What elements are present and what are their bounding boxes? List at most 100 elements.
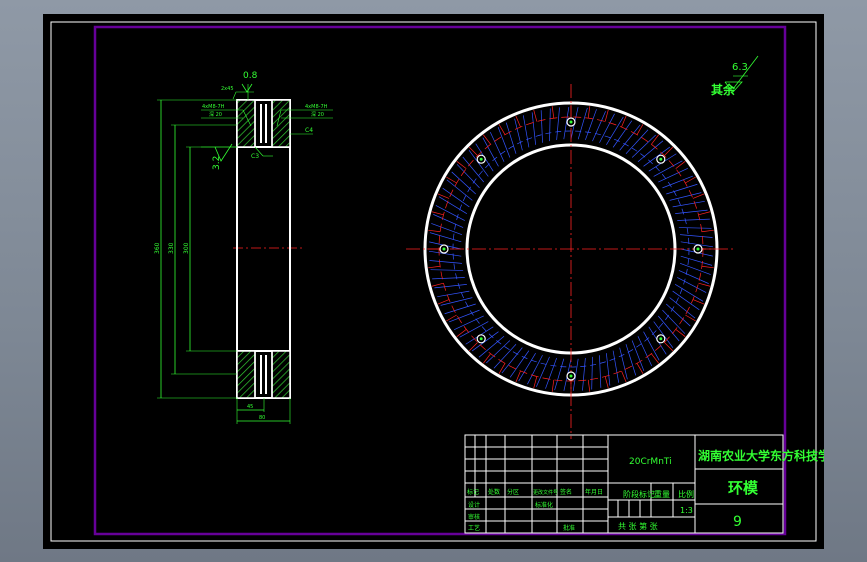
callout-right-depth: 深 20 [311, 111, 324, 118]
bolt-hole-center [479, 157, 483, 161]
radial-hole-line [432, 277, 465, 280]
tooth-mark [675, 329, 686, 337]
ring-front-view [406, 84, 736, 439]
bolt-hole-center [569, 120, 573, 124]
bolt-hole-center [696, 247, 700, 251]
tooth-mark [587, 379, 591, 392]
radial-hole-line [582, 358, 586, 391]
radial-hole-line [486, 340, 511, 364]
tooth-mark [701, 229, 714, 233]
label-top-roughness: 0.8 [243, 71, 258, 81]
tooth-mark [483, 134, 491, 145]
title-part-name: 环模 [728, 479, 759, 497]
radial-hole-line [514, 118, 523, 151]
radial-hole-line [606, 353, 611, 386]
radial-hole-line [540, 110, 543, 143]
tooth-mark [551, 379, 555, 392]
tooth-mark [431, 282, 444, 287]
radial-hole-line [666, 303, 691, 327]
radial-hole-line [680, 255, 713, 266]
title-row-count: 处数 [488, 488, 500, 496]
callout-left-thread: 4xM8-7H [202, 104, 225, 110]
radial-hole-line [440, 297, 473, 306]
radial-hole-line [527, 355, 543, 385]
title-school: 湖南农业大学东方科技学院 [698, 448, 824, 463]
tooth-mark [685, 176, 696, 184]
radial-hole-line [677, 218, 710, 221]
radial-hole-line [434, 284, 467, 289]
tooth-mark [446, 176, 457, 184]
label-top-small: 2x45 [221, 86, 234, 92]
bolt-hole-center [479, 337, 483, 341]
radial-hole-line [643, 331, 660, 361]
tooth-mark [437, 193, 450, 199]
radial-hole-line [577, 107, 588, 140]
radial-hole-line [501, 347, 523, 374]
radial-hole-line [531, 112, 536, 145]
tooth-mark [483, 353, 491, 364]
bolt-hole-center [659, 157, 663, 161]
radial-hole-line [672, 200, 705, 208]
tooth-mark [428, 229, 441, 233]
drawing-canvas: 0.8 2x45 4xM8-7H 深 20 4xM8-7H 深 20 C4 C3… [50, 21, 824, 542]
radial-hole-line [459, 321, 489, 338]
radial-hole-line [653, 160, 683, 177]
surface-note-text: 其余 [711, 82, 736, 97]
radial-hole-line [505, 122, 517, 154]
title-stage-label: 阶段标记 [623, 489, 655, 499]
title-std: 标准化 [535, 501, 553, 509]
radial-hole-line [482, 137, 499, 167]
tooth-mark [698, 211, 711, 216]
tooth-mark [468, 342, 478, 352]
tooth-mark [685, 314, 696, 322]
radial-hole-line [631, 134, 656, 158]
radial-hole-line [451, 171, 476, 195]
dim-80: 80 [259, 415, 265, 421]
tooth-mark [664, 146, 674, 156]
tooth-mark [428, 265, 441, 269]
tooth-mark [587, 106, 591, 119]
bolt-hole-center [569, 374, 573, 378]
tooth-mark [446, 314, 457, 322]
title-scale: 1:3 [680, 506, 693, 515]
tooth-mark [675, 161, 686, 169]
dim-45: 45 [247, 404, 253, 410]
radial-hole-line [471, 331, 499, 352]
radial-hole-line [493, 344, 517, 369]
radial-hole-line [625, 344, 637, 376]
title-weight-label: 重量 [654, 489, 670, 499]
radial-hole-line [669, 192, 702, 201]
radial-hole-line [662, 309, 686, 334]
radial-hole-line [612, 350, 620, 383]
radial-hole-line [456, 164, 480, 189]
title-row-sign: 签名 [560, 488, 572, 496]
radial-hole-line [678, 227, 712, 229]
tooth-mark [551, 106, 555, 119]
tooth-mark [468, 146, 478, 156]
radial-hole-line [437, 290, 470, 298]
dim-360: 360 [154, 242, 161, 254]
title-designer: 设计 [468, 501, 480, 509]
radial-hole-line [680, 234, 713, 238]
cad-viewport[interactable]: 0.8 2x45 4xM8-7H 深 20 4xM8-7H 深 20 C4 C3… [43, 14, 824, 549]
tooth-mark [498, 363, 506, 374]
tooth-mark [604, 376, 609, 389]
radial-hole-line [438, 196, 468, 214]
radial-hole-line [591, 356, 593, 390]
title-drawing-no: 9 [733, 514, 742, 530]
tooth-mark [456, 161, 467, 169]
title-material: 20CrMnTi [629, 457, 672, 467]
radial-hole-line [619, 347, 628, 380]
radial-hole-line [429, 232, 462, 243]
callout-right-thread: 4xM8-7H [305, 104, 328, 110]
callout-left-depth: 深 20 [209, 111, 222, 118]
tooth-mark [621, 115, 627, 128]
title-row-zone: 分区 [507, 488, 519, 496]
radial-hole-line [675, 209, 708, 214]
radial-hole-line [619, 124, 641, 151]
drawing-frame [93, 25, 787, 536]
title-row-mark: 标记 [467, 488, 479, 496]
label-chamfer-right: C4 [305, 127, 313, 134]
tooth-mark [651, 134, 659, 145]
bolt-hole-center [659, 337, 663, 341]
